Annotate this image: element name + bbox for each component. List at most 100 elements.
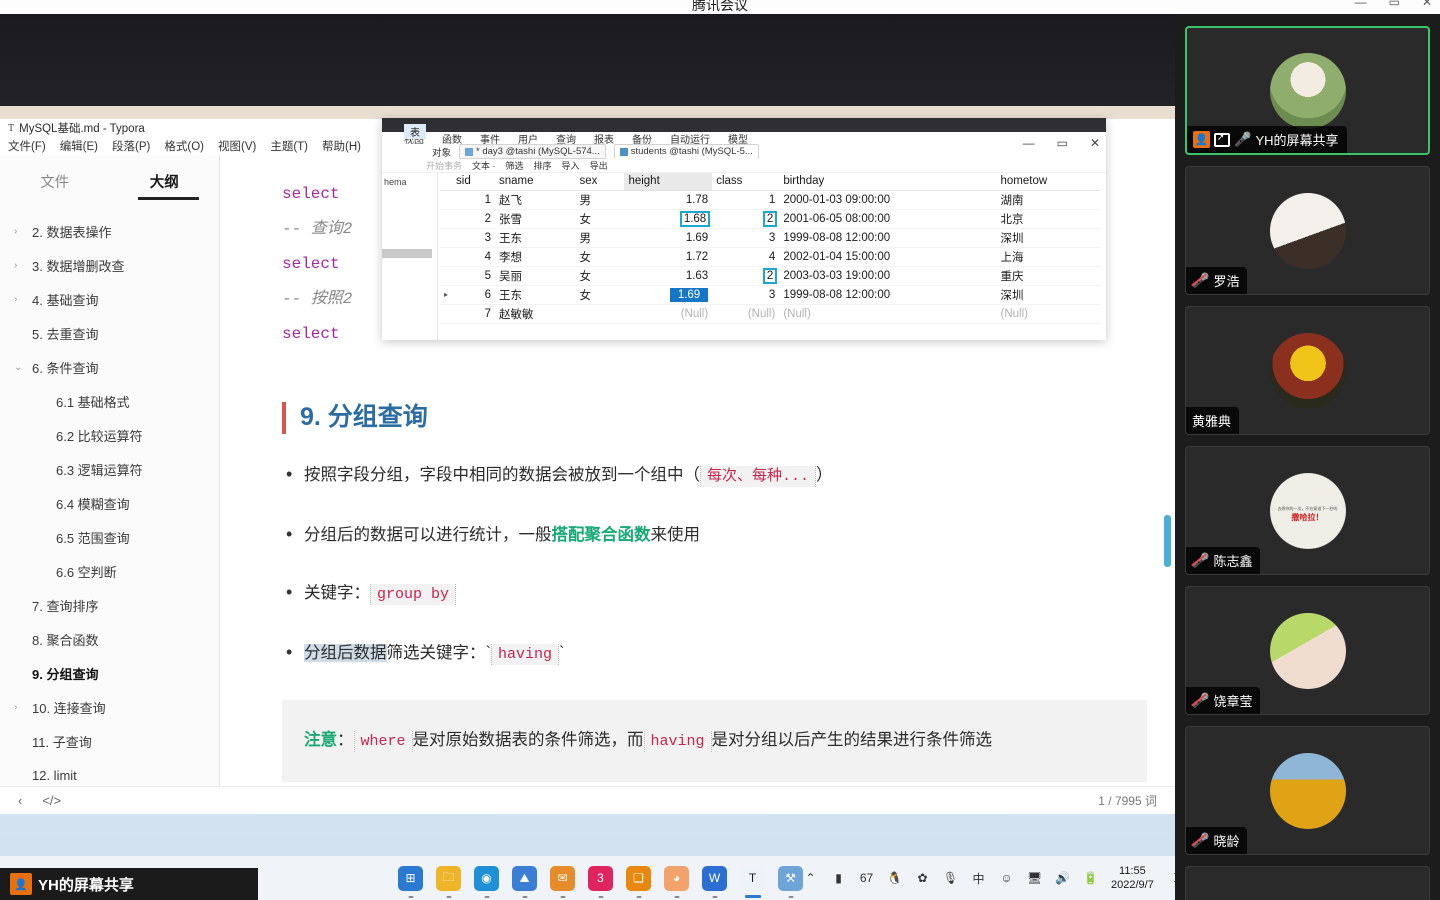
- table-cell[interactable]: 2: [452, 209, 495, 229]
- back-icon[interactable]: ‹: [18, 793, 22, 808]
- outline-item[interactable]: 6.4 模糊查询: [0, 486, 219, 520]
- column-header-class[interactable]: class: [712, 173, 780, 191]
- table-cell[interactable]: 1.72: [624, 247, 713, 267]
- table-cell[interactable]: 7: [452, 304, 495, 324]
- table-cell[interactable]: 吴丽: [494, 266, 576, 286]
- table-cell[interactable]: 王东: [494, 285, 576, 305]
- participant-tile[interactable]: 🎤 晓龄: [1185, 726, 1430, 855]
- outline-item[interactable]: 6.1 基础格式: [0, 384, 219, 418]
- navicat-window-controls[interactable]: — ▭ ✕: [1023, 132, 1100, 154]
- navicat-toolbar[interactable]: 开始事务 文本 · 筛选 排序 导入 导出: [382, 159, 1106, 173]
- outline-item[interactable]: 8. 聚合函数: [0, 622, 219, 656]
- chevron-icon[interactable]: ›: [14, 294, 30, 305]
- navicat-menu-item-0[interactable]: 表: [404, 124, 426, 139]
- chevron-icon[interactable]: ›: [14, 260, 30, 271]
- outline-item[interactable]: 7. 查询排序: [0, 588, 219, 622]
- navicat-minimize-icon[interactable]: —: [1023, 136, 1035, 150]
- navicat-menu-item-9[interactable]: 模型: [728, 131, 748, 146]
- table-cell[interactable]: (Null): [779, 304, 997, 324]
- table-cell[interactable]: 重庆: [996, 266, 1100, 286]
- outline-item[interactable]: › 3. 数据增删改查: [0, 248, 219, 282]
- navicat-icon[interactable]: ⚒: [778, 865, 803, 891]
- table-cell[interactable]: 张雪: [494, 209, 576, 229]
- navicat-menubar[interactable]: 表视图 函数 事件 用户 查询 报表 备份 自动运行 模型: [382, 124, 1106, 146]
- chevron-icon[interactable]: ›: [14, 226, 30, 237]
- typora-menu-item-5[interactable]: 主题(T): [270, 138, 308, 154]
- smiley-icon[interactable]: ☺: [999, 871, 1014, 886]
- file-explorer-icon[interactable]: 🗀: [436, 865, 461, 891]
- table-cell[interactable]: 4: [712, 247, 780, 267]
- participant-tile[interactable]: 黄雅典: [1185, 306, 1430, 435]
- taskbar-system-tray[interactable]: ⌃ ▮ 67 🐧 ✿ 🎙 中 ☺ 🖥 🔊 🔋 11:55 2022/9/7 ☽: [803, 864, 1175, 892]
- outline-item[interactable]: 6.3 逻辑运算符: [0, 452, 219, 486]
- schema-selected-row[interactable]: [382, 249, 432, 258]
- typora-menu-item-0[interactable]: 文件(F): [8, 138, 46, 154]
- table-cell[interactable]: 6: [452, 285, 495, 305]
- meeting-window-controls[interactable]: — ▭ ✕: [1355, 0, 1432, 9]
- navicat-object-label[interactable]: 对象: [432, 145, 451, 159]
- taskbar-clock[interactable]: 11:55 2022/9/7: [1111, 864, 1154, 892]
- table-cell[interactable]: 2: [712, 209, 780, 229]
- table-cell[interactable]: (Null): [624, 304, 713, 324]
- table-cell[interactable]: 1: [452, 190, 495, 210]
- table-cell[interactable]: 赵飞: [494, 190, 576, 210]
- navicat-menu-item-5[interactable]: 查询: [556, 131, 576, 146]
- typora-menu-item-3[interactable]: 格式(O): [164, 138, 204, 154]
- table-cell[interactable]: (Null): [712, 304, 780, 324]
- column-header-sname[interactable]: sname: [494, 173, 576, 191]
- navicat-menu-item-8[interactable]: 自动运行: [670, 131, 710, 146]
- navicat-tab-0[interactable]: * day3 @tashi (MySQL-574...: [459, 144, 606, 159]
- students-table[interactable]: sid sname sex height class birthday hometow 1赵…: [440, 173, 1100, 324]
- navicat-tabbar[interactable]: 对象 * day3 @tashi (MySQL-574... students @t…: [382, 144, 1106, 159]
- column-header-height[interactable]: height: [624, 173, 713, 191]
- column-header-sid[interactable]: sid: [452, 173, 495, 191]
- sidebar-tab-outline[interactable]: 大纲: [137, 171, 199, 200]
- navicat-menu-item-3[interactable]: 事件: [480, 131, 500, 146]
- taskbar-app-icons[interactable]: ⊞ 🗀 ◉ ⛰ ✉ 3 ❏ ◕ W T ⚒: [398, 865, 803, 891]
- participant-tile[interactable]: 👤 🎤YH的屏幕共享: [1185, 26, 1430, 155]
- navicat-menu-item-6[interactable]: 报表: [594, 131, 614, 146]
- navicat-toolbar-button-1[interactable]: 文本 ·: [472, 159, 496, 172]
- editor-scrollbar-thumb[interactable]: [1164, 515, 1171, 567]
- outline-item[interactable]: › 4. 基础查询: [0, 282, 219, 316]
- table-cell[interactable]: 女: [575, 285, 625, 305]
- chevron-icon[interactable]: ⌄: [14, 362, 30, 373]
- table-cell[interactable]: 深圳: [996, 228, 1100, 248]
- participant-tile-partial[interactable]: [1185, 866, 1430, 900]
- table-cell[interactable]: 女: [575, 266, 625, 286]
- table-cell[interactable]: 男: [575, 190, 625, 210]
- table-cell[interactable]: 3: [712, 285, 780, 305]
- netease-music-icon[interactable]: 3: [588, 865, 613, 891]
- outline-item[interactable]: 6.6 空判断: [0, 554, 219, 588]
- table-cell[interactable]: 女: [575, 209, 625, 229]
- mail-icon[interactable]: ✉: [550, 865, 575, 891]
- table-cell[interactable]: 1: [712, 190, 780, 210]
- meeting-maximize-icon[interactable]: ▭: [1389, 0, 1400, 9]
- navicat-maximize-icon[interactable]: ▭: [1057, 136, 1068, 150]
- outline-item[interactable]: 6.5 范围查询: [0, 520, 219, 554]
- navicat-menu-item-7[interactable]: 备份: [632, 131, 652, 146]
- wps-writer-icon[interactable]: W: [702, 865, 727, 891]
- navicat-toolbar-button-5[interactable]: 导出: [590, 159, 608, 172]
- table-cell[interactable]: 上海: [996, 247, 1100, 267]
- edge-browser-icon[interactable]: ◉: [474, 865, 499, 891]
- participant-tile[interactable]: 🎤 罗浩: [1185, 166, 1430, 295]
- navicat-close-icon[interactable]: ✕: [1090, 136, 1100, 150]
- table-cell[interactable]: 深圳: [996, 285, 1100, 305]
- outline-item[interactable]: 12. limit: [0, 758, 219, 786]
- outline-item[interactable]: 5. 去重查询: [0, 316, 219, 350]
- participant-tile[interactable]: 去想你的一次，不在意谁下一秒的 撒哈拉！ 🎤 陈志鑫: [1185, 446, 1430, 575]
- table-cell[interactable]: 女: [575, 247, 625, 267]
- outline-item[interactable]: 11. 子查询: [0, 724, 219, 758]
- table-cell[interactable]: 北京: [996, 209, 1100, 229]
- table-row[interactable]: 2 张雪女 1.68 2 2001-06-05 08:00:00 北京: [440, 209, 1100, 229]
- meeting-close-icon[interactable]: ✕: [1422, 0, 1432, 9]
- table-cell[interactable]: 3: [452, 228, 495, 248]
- notification-center-icon[interactable]: ☽: [1167, 871, 1175, 886]
- outline-item[interactable]: 9. 分组查询: [0, 656, 219, 690]
- table-cell[interactable]: (Null): [996, 304, 1100, 324]
- participant-tile[interactable]: 🎤 饶章莹: [1185, 586, 1430, 715]
- navicat-schema-pane[interactable]: hema: [382, 173, 438, 340]
- meeting-minimize-icon[interactable]: —: [1355, 0, 1367, 9]
- window-manager-icon[interactable]: ❏: [626, 865, 651, 891]
